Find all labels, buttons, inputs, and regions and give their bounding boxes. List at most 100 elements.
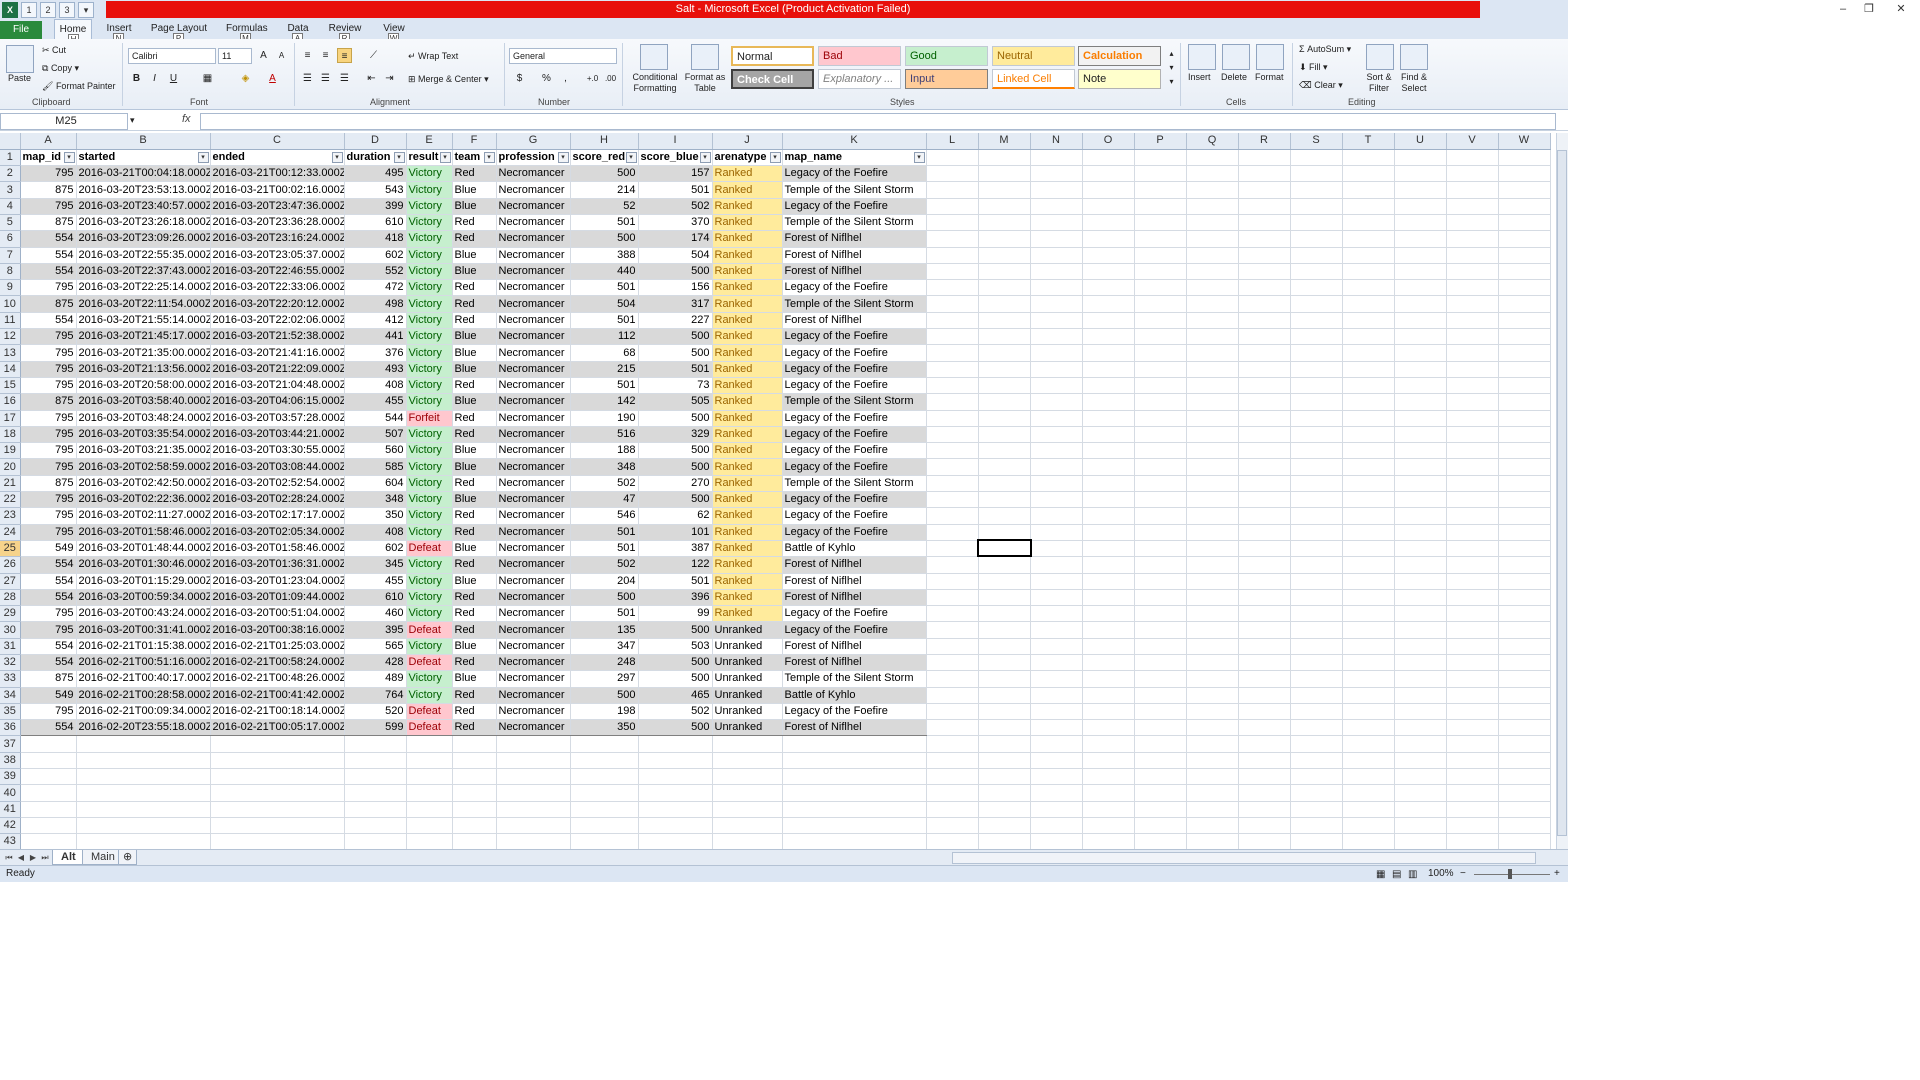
cell[interactable]: 2016-03-20T01:15:29.000Z [76, 573, 211, 590]
cell[interactable]: 2016-03-20T02:11:27.000Z [76, 507, 211, 525]
cell[interactable] [638, 833, 713, 849]
cell[interactable]: 399 [344, 198, 407, 215]
cell[interactable] [344, 784, 407, 802]
cell[interactable]: ended ▾ [210, 149, 345, 167]
cell[interactable] [1134, 328, 1187, 346]
cell[interactable] [1238, 817, 1291, 835]
cell[interactable] [1082, 475, 1135, 493]
cell[interactable] [1238, 573, 1291, 590]
row-header[interactable]: 15 [0, 377, 21, 395]
undo-icon[interactable]: 2 [40, 1, 56, 18]
cell[interactable] [1446, 573, 1499, 590]
cell[interactable] [1498, 507, 1551, 525]
cell[interactable] [1238, 687, 1291, 704]
cell[interactable] [1134, 817, 1187, 835]
cell[interactable] [1030, 279, 1083, 297]
cell[interactable]: Necromancer [496, 230, 571, 248]
cell[interactable] [1082, 312, 1135, 330]
cell[interactable]: 875 [20, 393, 77, 411]
cell[interactable]: Necromancer [496, 181, 571, 199]
cell[interactable] [1446, 263, 1499, 281]
cell[interactable]: Blue [452, 458, 497, 476]
cell[interactable] [1498, 654, 1551, 672]
cell[interactable] [1186, 670, 1239, 688]
cell[interactable]: Necromancer [496, 556, 571, 574]
number-format-select[interactable]: General [509, 48, 617, 64]
cell[interactable] [1446, 214, 1499, 232]
row-header[interactable]: 3 [0, 181, 21, 199]
cell[interactable]: Necromancer [496, 507, 571, 525]
cell[interactable] [926, 703, 979, 721]
cell[interactable]: 2016-02-21T00:05:17.000Z [210, 719, 345, 737]
vertical-scroll-thumb[interactable] [1557, 150, 1567, 836]
cell[interactable] [1186, 573, 1239, 590]
row-header[interactable]: 34 [0, 687, 21, 704]
cell[interactable]: Red [452, 507, 497, 525]
cell[interactable] [638, 801, 713, 818]
cell[interactable] [926, 801, 979, 818]
cell[interactable]: Necromancer [496, 214, 571, 232]
cell[interactable] [978, 410, 1031, 427]
cell[interactable] [978, 784, 1031, 802]
cell[interactable] [1498, 801, 1551, 818]
cell[interactable]: Temple of the Silent Storm [782, 181, 927, 199]
cell[interactable]: 500 [638, 458, 713, 476]
cell[interactable] [1186, 442, 1239, 460]
cell[interactable] [926, 556, 979, 574]
grow-font-icon[interactable]: A [256, 48, 271, 63]
cell[interactable]: Ranked [712, 491, 783, 509]
cell[interactable] [1498, 768, 1551, 786]
filter-dropdown-icon[interactable]: ▾ [197, 151, 209, 163]
cell[interactable]: Victory [406, 573, 453, 590]
cell[interactable]: 2016-03-21T00:04:18.000Z [76, 165, 211, 183]
cell[interactable] [1082, 833, 1135, 849]
cell[interactable] [978, 556, 1031, 574]
cell[interactable] [1082, 442, 1135, 460]
cell[interactable] [1290, 784, 1343, 802]
cell[interactable] [1394, 801, 1447, 818]
cell[interactable]: Necromancer [496, 410, 571, 427]
cell[interactable] [1394, 279, 1447, 297]
cell[interactable]: 2016-03-20T02:42:50.000Z [76, 475, 211, 493]
cell[interactable]: 501 [570, 540, 639, 558]
cell[interactable] [1446, 784, 1499, 802]
cell[interactable]: 297 [570, 670, 639, 688]
cell[interactable] [1342, 181, 1395, 199]
customize-qat-icon[interactable]: ▾ [78, 1, 94, 18]
cell[interactable]: 2016-03-20T02:17:17.000Z [210, 507, 345, 525]
cell[interactable]: 554 [20, 719, 77, 737]
cell[interactable]: 544 [344, 410, 407, 427]
cell[interactable] [1082, 687, 1135, 704]
cell[interactable] [1446, 735, 1499, 753]
cell[interactable] [638, 784, 713, 802]
cell[interactable]: 610 [344, 214, 407, 232]
cell[interactable]: Ranked [712, 458, 783, 476]
cell[interactable]: 2016-03-20T00:31:41.000Z [76, 621, 211, 639]
cell[interactable] [1030, 768, 1083, 786]
cell[interactable]: 68 [570, 344, 639, 362]
cell[interactable]: 501 [638, 573, 713, 590]
cell[interactable] [926, 605, 979, 623]
cell[interactable] [1446, 410, 1499, 427]
cell[interactable]: Red [452, 605, 497, 623]
increase-indent-icon[interactable]: ⇥ [382, 71, 397, 86]
filter-dropdown-icon[interactable]: ▾ [625, 151, 637, 163]
cell[interactable]: Unranked [712, 654, 783, 672]
row-header[interactable]: 14 [0, 361, 21, 378]
cell[interactable] [1082, 654, 1135, 672]
row-header[interactable]: 26 [0, 556, 21, 574]
cell[interactable]: Blue [452, 638, 497, 656]
style-normal[interactable]: Normal [731, 46, 814, 66]
cell[interactable]: Legacy of the Foefire [782, 442, 927, 460]
cell[interactable]: Blue [452, 540, 497, 558]
cell[interactable]: Red [452, 410, 497, 427]
cell[interactable]: 2016-03-20T23:26:18.000Z [76, 214, 211, 232]
cell[interactable] [1394, 735, 1447, 753]
cell[interactable] [1238, 181, 1291, 199]
cell[interactable] [1290, 312, 1343, 330]
cell[interactable]: profession ▾ [496, 149, 571, 167]
cell[interactable]: Ranked [712, 312, 783, 330]
cell[interactable] [1290, 279, 1343, 297]
cell[interactable] [1238, 833, 1291, 849]
cell[interactable]: 795 [20, 426, 77, 444]
